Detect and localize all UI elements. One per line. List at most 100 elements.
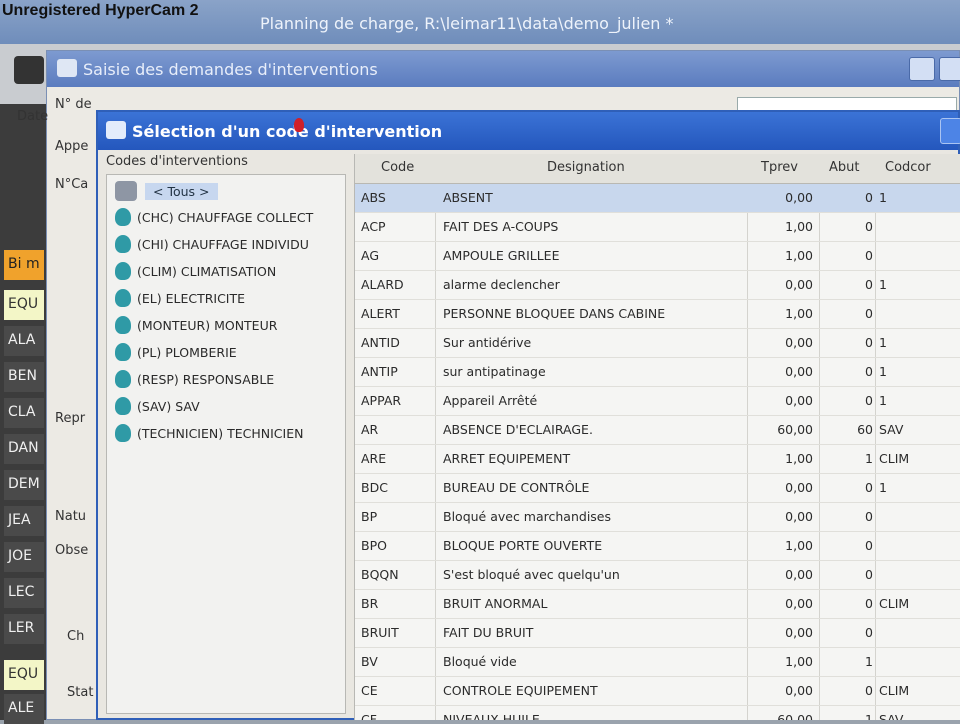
list-item[interactable]: Bi m (4, 250, 44, 280)
cell-designation: PERSONNE BLOQUEE DANS CABINE (443, 306, 666, 321)
table-row[interactable]: ABS ABSENT 0,00 0 1 (355, 184, 960, 213)
table-row[interactable]: ANTID Sur antidérive 0,00 0 1 (355, 329, 960, 358)
tree-item[interactable]: (EL) ELECTRICITE (115, 286, 245, 310)
mouse-cursor-icon (294, 118, 304, 132)
toolbar-icon[interactable] (14, 56, 44, 84)
cell-code: ALERT (361, 306, 400, 321)
cell-tprev: 0,00 (785, 393, 813, 408)
cell-code: ANTIP (361, 364, 398, 379)
cell-abut: 0 (865, 306, 873, 321)
codes-grid[interactable]: Code Designation Tprev Abut Codcor ABS AB… (354, 154, 960, 720)
table-row[interactable]: AG AMPOULE GRILLEE 1,00 0 (355, 242, 960, 271)
close-button[interactable] (940, 118, 960, 144)
tree-root-label: < Tous > (145, 182, 218, 200)
cell-tprev: 0,00 (785, 190, 813, 205)
table-row[interactable]: BDC BUREAU DE CONTRÔLE 0,00 0 1 (355, 474, 960, 503)
category-tree[interactable]: < Tous > (CHC) CHAUFFAGE COLLECT (CHI) C… (106, 174, 346, 714)
table-row[interactable]: AR ABSENCE D'ECLAIRAGE. 60,00 60 SAV (355, 416, 960, 445)
table-row[interactable]: BR BRUIT ANORMAL 0,00 0 CLIM (355, 590, 960, 619)
tree-item[interactable]: (SAV) SAV (115, 394, 200, 418)
tree-item[interactable]: (PL) PLOMBERIE (115, 340, 237, 364)
list-item[interactable]: ALA (4, 326, 44, 356)
tree-item[interactable]: (CLIM) CLIMATISATION (115, 259, 276, 283)
cell-abut: 0 (865, 625, 873, 640)
app-title: Planning de charge, R:\leimar11\data\dem… (260, 14, 674, 33)
table-row[interactable]: ANTIP sur antipatinage 0,00 0 1 (355, 358, 960, 387)
cell-designation: FAIT DU BRUIT (443, 625, 534, 640)
table-row[interactable]: BRUIT FAIT DU BRUIT 0,00 0 (355, 619, 960, 648)
column-header-codcor[interactable]: Codcor (885, 160, 931, 175)
tree-item-label: (CHC) CHAUFFAGE COLLECT (137, 209, 314, 225)
tree-item[interactable]: (CHC) CHAUFFAGE COLLECT (115, 205, 313, 229)
category-icon (115, 289, 131, 307)
table-row[interactable]: ARE ARRET EQUIPEMENT 1,00 1 CLIM (355, 445, 960, 474)
column-header-designation[interactable]: Designation (547, 160, 625, 175)
cell-tprev: 1,00 (785, 538, 813, 553)
tree-item[interactable]: (RESP) RESPONSABLE (115, 367, 274, 391)
cell-abut: 0 (865, 538, 873, 553)
cell-tprev: 1,00 (785, 306, 813, 321)
table-row[interactable]: ACP FAIT DES A-COUPS 1,00 0 (355, 213, 960, 242)
table-row[interactable]: ALERT PERSONNE BLOQUEE DANS CABINE 1,00 0 (355, 300, 960, 329)
cell-abut: 0 (865, 190, 873, 205)
cell-code: AG (361, 248, 380, 263)
table-row[interactable]: BP Bloqué avec marchandises 0,00 0 (355, 503, 960, 532)
list-item[interactable]: BEN (4, 362, 44, 392)
cell-codcor: 1 (879, 335, 887, 350)
maximize-button[interactable] (939, 57, 960, 81)
cell-abut: 1 (865, 451, 873, 466)
category-icon (115, 262, 131, 280)
table-row[interactable]: ALARD alarme declencher 0,00 0 1 (355, 271, 960, 300)
tree-root[interactable]: < Tous > (115, 179, 218, 203)
cell-code: ABS (361, 190, 386, 205)
cell-abut: 0 (865, 480, 873, 495)
cell-designation: ARRET EQUIPEMENT (443, 451, 571, 466)
cell-codcor: CLIM (879, 596, 910, 611)
cell-designation: sur antipatinage (443, 364, 546, 379)
cell-tprev: 0,00 (785, 567, 813, 582)
list-item[interactable]: EQU (4, 660, 44, 690)
list-item[interactable]: EQU (4, 290, 44, 320)
table-row[interactable]: BQQN S'est bloqué avec quelqu'un 0,00 0 (355, 561, 960, 590)
cell-designation: ABSENCE D'ECLAIRAGE. (443, 422, 593, 437)
label-nature: Natu (55, 509, 87, 524)
cell-tprev: 1,00 (785, 248, 813, 263)
cell-codcor: 1 (879, 393, 887, 408)
cell-designation: AMPOULE GRILLEE (443, 248, 560, 263)
table-row[interactable]: BV Bloqué vide 1,00 1 (355, 648, 960, 677)
label-ncall: N°Ca (55, 177, 89, 192)
cell-codcor: 1 (879, 190, 887, 205)
cell-abut: 60 (857, 422, 873, 437)
tree-item[interactable]: (CHI) CHAUFFAGE INDIVIDU (115, 232, 309, 256)
category-icon (115, 424, 131, 442)
folder-icon (115, 181, 137, 201)
table-row[interactable]: BPO BLOQUE PORTE OUVERTE 1,00 0 (355, 532, 960, 561)
cell-abut: 0 (865, 248, 873, 263)
cell-designation: BRUIT ANORMAL (443, 596, 548, 611)
list-item[interactable]: JOE (4, 542, 44, 572)
label-numero: N° de (55, 97, 92, 112)
cell-abut: 0 (865, 683, 873, 698)
minimize-button[interactable] (909, 57, 935, 81)
column-header-abut[interactable]: Abut (829, 160, 859, 175)
tree-item[interactable]: (TECHNICIEN) TECHNICIEN (115, 421, 303, 445)
list-item[interactable]: LER (4, 614, 44, 644)
table-row[interactable]: APPAR Appareil Arrêté 0,00 0 1 (355, 387, 960, 416)
cell-tprev: 0,00 (785, 480, 813, 495)
dialog-titlebar: Sélection d'un code d'intervention (98, 112, 960, 150)
cell-code: BR (361, 596, 379, 611)
saisie-titlebar: Saisie des demandes d'interventions (47, 51, 960, 87)
list-item[interactable]: CLA (4, 398, 44, 428)
column-header-code[interactable]: Code (381, 160, 414, 175)
cell-code: BP (361, 509, 378, 524)
cell-codcor: CLIM (879, 451, 910, 466)
column-header-tprev[interactable]: Tprev (761, 160, 798, 175)
list-item[interactable]: DAN (4, 434, 44, 464)
list-item[interactable]: LEC (4, 578, 44, 608)
table-row[interactable]: CF NIVEAUX HUILE 60,00 1 SAV (355, 706, 960, 720)
cell-tprev: 1,00 (785, 654, 813, 669)
tree-item[interactable]: (MONTEUR) MONTEUR (115, 313, 277, 337)
table-row[interactable]: CE CONTROLE EQUIPEMENT 0,00 0 CLIM (355, 677, 960, 706)
list-item[interactable]: JEA (4, 506, 44, 536)
list-item[interactable]: DEM (4, 470, 44, 500)
